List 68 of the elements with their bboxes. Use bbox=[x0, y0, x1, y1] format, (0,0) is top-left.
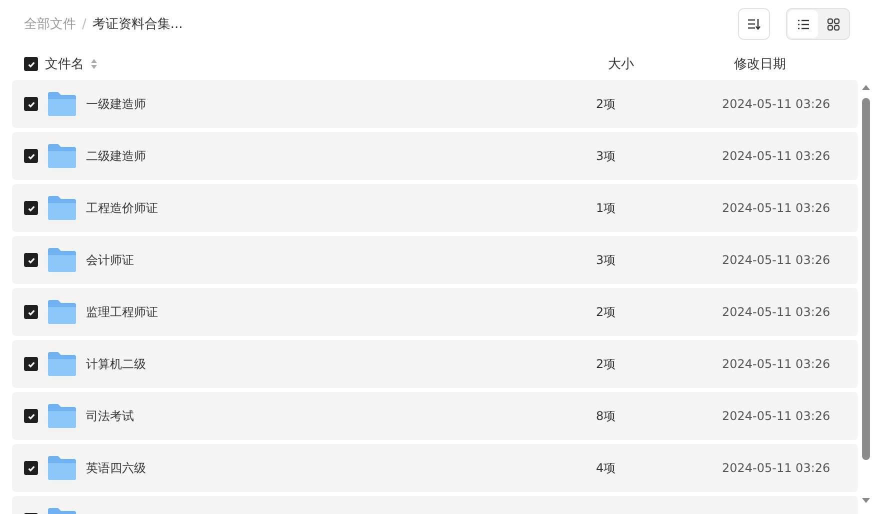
folder-icon bbox=[47, 143, 77, 169]
sort-button[interactable] bbox=[738, 8, 770, 40]
checkbox[interactable] bbox=[24, 461, 38, 475]
item-count: 1项 bbox=[596, 200, 616, 214]
modified-date: 2024-05-11 03:26 bbox=[722, 461, 830, 475]
folder-icon bbox=[47, 403, 77, 429]
list-icon bbox=[796, 18, 810, 30]
check-icon bbox=[26, 100, 36, 108]
column-header: 大小 bbox=[608, 57, 634, 72]
checkbox[interactable] bbox=[24, 97, 38, 111]
file-name: 工程造价师证 bbox=[86, 200, 158, 216]
file-row[interactable]: 英语四六级 4项 2024-05-11 03:26 bbox=[12, 444, 858, 492]
modified-date: 2024-05-11 03:26 bbox=[722, 253, 830, 267]
file-row[interactable]: 监理工程师证 2项 2024-05-11 03:26 bbox=[12, 288, 858, 336]
item-count: 8项 bbox=[596, 408, 616, 422]
modified-date: 2024-05-11 03:26 bbox=[722, 357, 830, 371]
check-icon bbox=[26, 360, 36, 368]
check-icon bbox=[26, 204, 36, 212]
column-header[interactable]: 文件名 bbox=[45, 55, 84, 73]
folder-icon bbox=[47, 351, 77, 377]
file-name: 英语四六级 bbox=[86, 460, 146, 476]
checkbox[interactable] bbox=[24, 149, 38, 163]
item-count: 3项 bbox=[596, 252, 616, 266]
checkbox[interactable] bbox=[24, 201, 38, 215]
file-name: 二级建造师 bbox=[86, 148, 146, 164]
check-icon bbox=[26, 308, 36, 316]
checkbox[interactable] bbox=[24, 253, 38, 267]
breadcrumb-separator: / bbox=[82, 16, 86, 32]
grid-icon bbox=[826, 18, 840, 30]
file-name: 一级建造师 bbox=[86, 96, 146, 112]
checkbox[interactable] bbox=[24, 409, 38, 423]
modified-date: 2024-05-11 03:26 bbox=[722, 149, 830, 163]
check-icon bbox=[26, 152, 36, 160]
folder-icon bbox=[47, 247, 77, 273]
breadcrumb-item[interactable]: 考证资料合集... bbox=[92, 15, 183, 33]
list-view-button[interactable] bbox=[788, 10, 818, 38]
file-row[interactable]: 一级建造师 2项 2024-05-11 03:26 bbox=[12, 80, 858, 128]
item-count: 3项 bbox=[596, 148, 616, 162]
file-name: 计算机二级 bbox=[86, 356, 146, 372]
checkbox[interactable] bbox=[24, 357, 38, 371]
item-count: 2项 bbox=[596, 356, 616, 370]
file-name: 司法考试 bbox=[86, 408, 134, 424]
file-row[interactable]: 二级建造师 3项 2024-05-11 03:26 bbox=[12, 132, 858, 180]
check-icon bbox=[26, 464, 36, 472]
folder-icon bbox=[47, 299, 77, 325]
column-header: 修改日期 bbox=[734, 57, 786, 72]
file-row[interactable]: 司法考试 8项 2024-05-11 03:26 bbox=[12, 392, 858, 440]
folder-icon bbox=[47, 195, 77, 221]
modified-date: 2024-05-11 03:26 bbox=[722, 409, 830, 423]
item-count: 2项 bbox=[596, 96, 616, 110]
folder-icon bbox=[47, 91, 77, 117]
check-icon bbox=[26, 412, 36, 420]
check-icon bbox=[26, 256, 36, 264]
folder-icon bbox=[47, 455, 77, 481]
file-row[interactable]: 工程造价师证 1项 2024-05-11 03:26 bbox=[12, 184, 858, 232]
file-name: 会计师证 bbox=[86, 252, 134, 268]
modified-date: 2024-05-11 03:26 bbox=[722, 305, 830, 319]
file-row[interactable]: 会计师证 3项 2024-05-11 03:26 bbox=[12, 236, 858, 284]
check-icon bbox=[26, 60, 36, 68]
modified-date: 2024-05-11 03:26 bbox=[722, 97, 830, 111]
sort-icon bbox=[747, 18, 761, 30]
item-count: 4项 bbox=[596, 460, 616, 474]
modified-date: 2024-05-11 03:26 bbox=[722, 201, 830, 215]
file-name: 监理工程师证 bbox=[86, 304, 158, 320]
checkbox[interactable] bbox=[24, 57, 38, 71]
item-count: 2项 bbox=[596, 304, 616, 318]
checkbox[interactable] bbox=[24, 305, 38, 319]
file-row[interactable]: 计算机二级 2项 2024-05-11 03:26 bbox=[12, 340, 858, 388]
